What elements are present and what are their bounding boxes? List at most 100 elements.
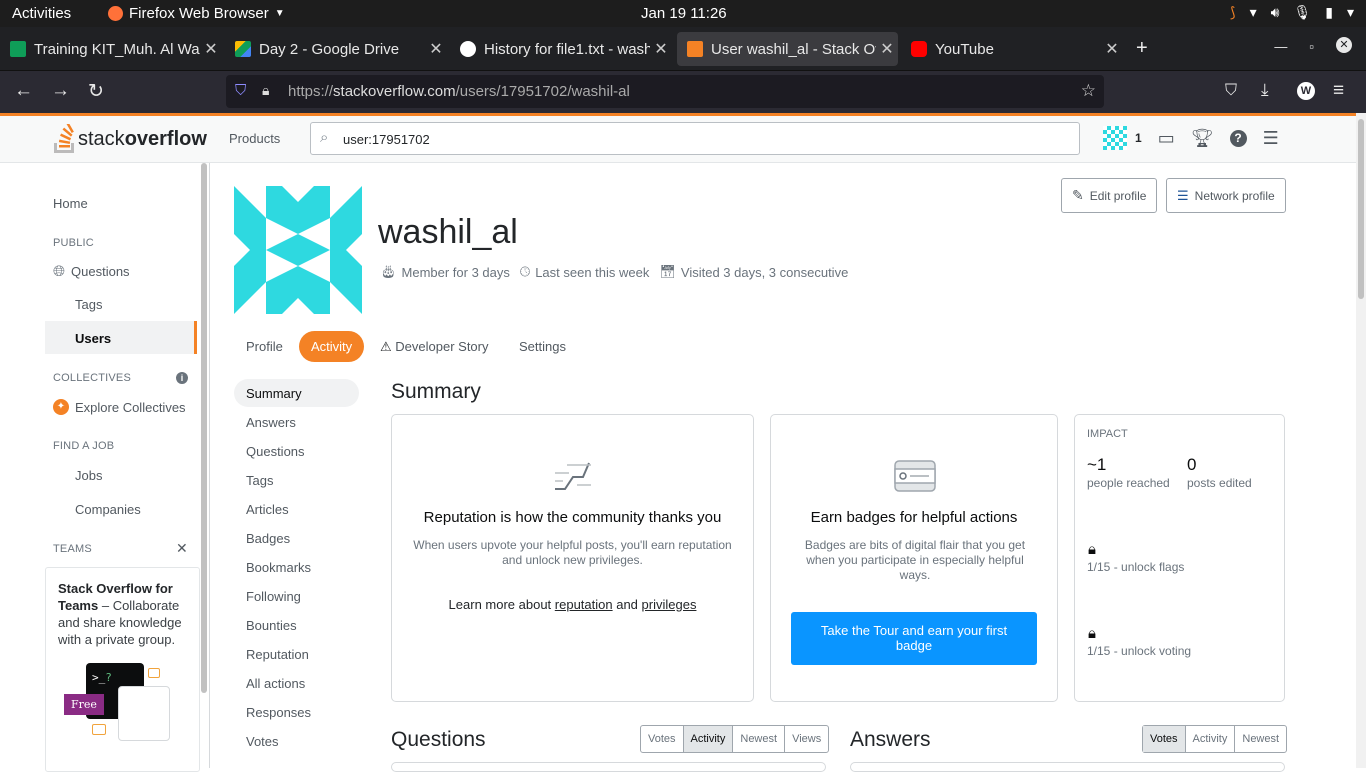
- tab-google-drive[interactable]: Day 2 - Google Drive ✕: [225, 32, 447, 66]
- activity-menu-summary[interactable]: Summary: [234, 379, 359, 407]
- tab-github-history[interactable]: History for file1.txt - wash ✕: [450, 32, 672, 66]
- info-icon[interactable]: i: [176, 372, 188, 384]
- tab-activity[interactable]: Activity: [299, 331, 365, 362]
- summary-heading: Summary: [391, 380, 481, 403]
- activity-menu-bounties[interactable]: Bounties: [234, 611, 359, 639]
- activity-menu-reputation[interactable]: Reputation: [234, 640, 359, 668]
- tab-stackoverflow[interactable]: User washil_al - Stack Ove ✕: [677, 32, 898, 66]
- sort-newest[interactable]: Newest: [733, 726, 786, 752]
- free-badge: Free: [64, 694, 104, 715]
- help-icon[interactable]: ?: [1229, 129, 1247, 147]
- member-for: 🎂︎ Member for 3 days: [380, 264, 510, 280]
- close-icon[interactable]: ✕: [1101, 39, 1123, 59]
- activity-menu-articles[interactable]: Articles: [234, 495, 359, 523]
- activity-menu-questions[interactable]: Questions: [234, 437, 359, 465]
- system-tray[interactable]: ⟆ ▾ 🔊︎ 🎙︎ ▮ ▾: [1230, 4, 1354, 21]
- edit-profile-button[interactable]: ✎ Edit profile: [1061, 178, 1158, 213]
- sort-votes[interactable]: Votes: [1143, 726, 1186, 752]
- activity-menu-answers[interactable]: Answers: [234, 408, 359, 436]
- close-icon[interactable]: ✕: [876, 39, 898, 59]
- tab-training-kit[interactable]: Training KIT_Muh. Al Was ✕: [0, 32, 222, 66]
- bookmark-star-icon[interactable]: ☆: [1081, 81, 1096, 101]
- answers-sort: Votes Activity Newest: [1142, 725, 1288, 753]
- app-menu[interactable]: Firefox Web Browser ▼: [108, 5, 285, 22]
- window-controls: — ▫ ✕: [1274, 37, 1352, 54]
- site-switcher-icon[interactable]: ☰: [1263, 128, 1279, 149]
- activity-menu-following[interactable]: Following: [234, 582, 359, 610]
- activity-menu-bookmarks[interactable]: Bookmarks: [234, 553, 359, 581]
- forward-arrow-icon[interactable]: →: [51, 80, 70, 102]
- user-avatar[interactable]: [234, 186, 362, 314]
- sidebar-item-explore-collectives[interactable]: ✦ Explore Collectives: [53, 399, 186, 415]
- microphone-icon: 🎙︎: [1293, 4, 1312, 20]
- network-profile-button[interactable]: ☰ Network profile: [1166, 178, 1286, 213]
- stackoverflow-logo[interactable]: stack overflow: [52, 124, 207, 154]
- reload-icon[interactable]: ↻: [88, 80, 104, 103]
- take-tour-button[interactable]: Take the Tour and earn your first badge: [791, 612, 1037, 665]
- lock-icon[interactable]: 🔒︎: [262, 82, 269, 99]
- activity-menu-votes[interactable]: Votes: [234, 727, 359, 755]
- tab-youtube[interactable]: YouTube ✕: [901, 32, 1123, 66]
- sort-votes[interactable]: Votes: [641, 726, 684, 752]
- clock[interactable]: Jan 19 11:26: [641, 5, 727, 22]
- sort-activity[interactable]: Activity: [1186, 726, 1236, 752]
- activity-menu-all-actions[interactable]: All actions: [234, 669, 359, 697]
- window-close-icon[interactable]: ✕: [1336, 37, 1352, 53]
- tab-profile[interactable]: Profile: [234, 331, 295, 362]
- back-arrow-icon[interactable]: ←: [14, 80, 33, 102]
- sort-activity[interactable]: Activity: [683, 726, 734, 752]
- sort-views[interactable]: Views: [785, 726, 828, 752]
- account-icon[interactable]: W: [1297, 82, 1315, 100]
- url-bar[interactable]: ⛉ 🔒︎ https://stackoverflow.com/users/179…: [226, 75, 1104, 108]
- answers-list-box: [850, 762, 1285, 772]
- calendar-icon: 📅︎: [659, 264, 676, 279]
- privileges-link[interactable]: privileges: [642, 597, 697, 612]
- activities-button[interactable]: Activities: [12, 5, 71, 22]
- badge-icon: [894, 460, 936, 492]
- sidebar-scrollbar[interactable]: [201, 163, 207, 693]
- maximize-icon[interactable]: ▫: [1309, 39, 1314, 54]
- close-teams-icon[interactable]: ✕: [176, 540, 188, 557]
- close-icon[interactable]: ✕: [650, 39, 672, 59]
- scrollbar-thumb[interactable]: [1358, 119, 1364, 299]
- questions-list-box: [391, 762, 826, 772]
- sidebar-item-questions[interactable]: 🌐︎ Questions: [53, 263, 130, 280]
- sidebar-item-tags[interactable]: Tags: [75, 297, 102, 312]
- user-meta: 🎂︎ Member for 3 days 🕓︎ Last seen this wee…: [380, 264, 848, 280]
- reputation-count[interactable]: 1: [1135, 131, 1142, 145]
- tab-developer-story[interactable]: ⚠ Developer Story: [368, 331, 501, 362]
- globe-icon: 🌐︎: [53, 263, 66, 280]
- stackoverflow-header: stack overflow Products ⌕ user:17951702 1…: [0, 113, 1356, 163]
- activity-menu-tags[interactable]: Tags: [234, 466, 359, 494]
- lock-icon: 🔒︎: [1088, 541, 1096, 558]
- close-icon[interactable]: ✕: [425, 39, 447, 59]
- activity-menu-responses[interactable]: Responses: [234, 698, 359, 726]
- tab-settings[interactable]: Settings: [507, 331, 578, 362]
- reputation-link[interactable]: reputation: [555, 597, 613, 612]
- achievements-icon[interactable]: 🏆︎: [1191, 128, 1214, 149]
- sort-newest[interactable]: Newest: [1235, 726, 1286, 752]
- inbox-icon[interactable]: ▭: [1158, 128, 1175, 149]
- new-tab-button[interactable]: +: [1136, 37, 1148, 60]
- teams-illustration: >_? Free: [58, 658, 187, 748]
- unlock-flags[interactable]: 1/15 - unlock flags: [1087, 560, 1184, 574]
- badges-card: Earn badges for helpful actions Badges a…: [770, 414, 1058, 702]
- unlock-voting[interactable]: 1/15 - unlock voting: [1087, 644, 1191, 658]
- sidebar-item-jobs[interactable]: Jobs: [75, 468, 102, 483]
- search-input[interactable]: ⌕ user:17951702: [310, 122, 1080, 155]
- pocket-icon[interactable]: ⛉: [1225, 82, 1237, 100]
- hamburger-menu-icon[interactable]: ≡: [1333, 80, 1344, 102]
- sidebar-item-home[interactable]: Home: [53, 196, 88, 211]
- url-text[interactable]: https://stackoverflow.com/users/17951702…: [288, 83, 630, 100]
- products-link[interactable]: Products: [229, 131, 280, 146]
- sidebar-item-companies[interactable]: Companies: [75, 502, 141, 517]
- page-scrollbar[interactable]: [1356, 113, 1366, 768]
- close-icon[interactable]: ✕: [200, 39, 222, 59]
- download-icon[interactable]: ⤓: [1261, 80, 1269, 100]
- minimize-icon[interactable]: —: [1274, 39, 1287, 54]
- tracking-shield-icon[interactable]: ⛉: [235, 82, 246, 99]
- sidebar-item-users[interactable]: Users: [45, 321, 197, 354]
- cake-icon: 🎂︎: [380, 264, 397, 279]
- activity-menu-badges[interactable]: Badges: [234, 524, 359, 552]
- user-avatar-small[interactable]: [1103, 126, 1127, 150]
